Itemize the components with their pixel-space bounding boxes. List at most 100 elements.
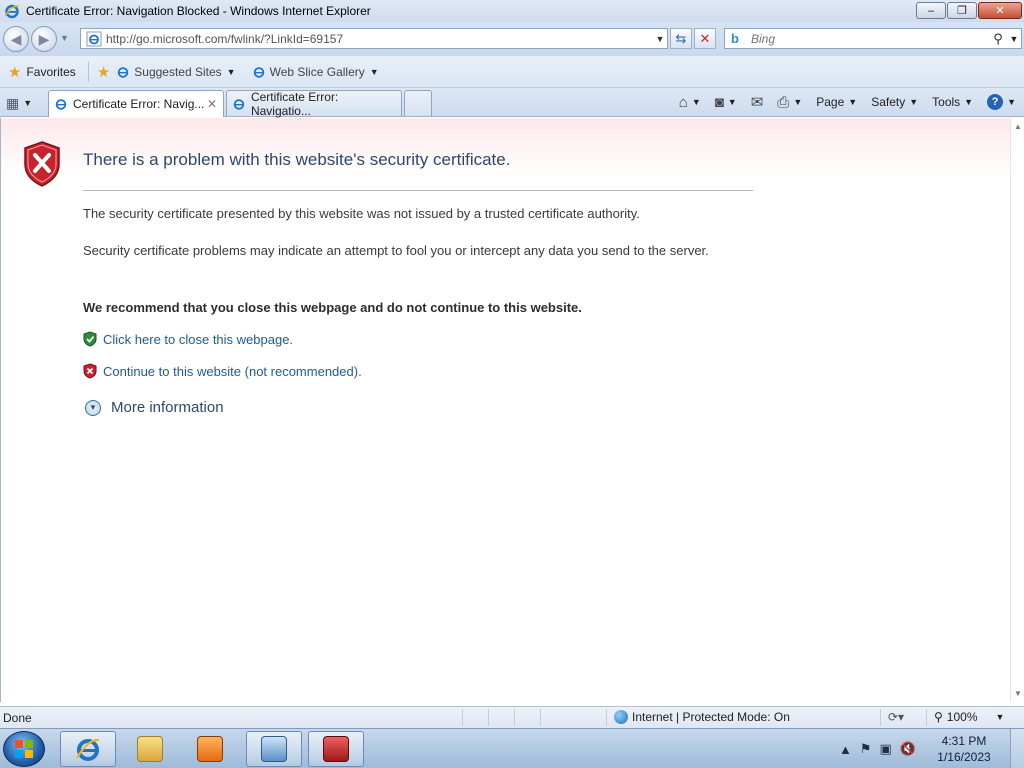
search-input[interactable] [751, 31, 989, 46]
scroll-up-icon[interactable]: ▲ [1014, 122, 1022, 131]
favorites-button[interactable]: ★ Favorites [8, 63, 76, 81]
chevron-down-icon[interactable]: ▼ [728, 97, 737, 107]
print-button[interactable]: ⎙ ▼ [777, 94, 802, 111]
chevron-down-icon[interactable]: ▼ [996, 712, 1005, 722]
tab-certificate-error-2[interactable]: Certificate Error: Navigatio... [226, 90, 402, 118]
continue-to-website-link[interactable]: Continue to this website (not recommende… [83, 363, 362, 379]
safety-menu[interactable]: Safety ▼ [871, 95, 918, 109]
feeds-button[interactable]: ◙ ▼ [715, 94, 737, 111]
green-check-shield-icon [83, 331, 97, 347]
stop-button[interactable]: ✕ [694, 28, 716, 49]
address-bar[interactable]: ▼ [80, 28, 668, 49]
clock-time: 4:31 PM [941, 734, 987, 748]
continue-link-text[interactable]: Continue to this website (not recommende… [103, 364, 362, 379]
system-tray: ▲ ⚑ ▣ 🔇 4:31 PM 1/16/2023 [831, 729, 1024, 768]
page-content: There is a problem with this website's s… [0, 118, 1010, 702]
safety-menu-label: Safety [871, 95, 906, 109]
page-ie-icon [86, 31, 102, 46]
taskbar-windows-explorer[interactable] [122, 731, 178, 767]
clock[interactable]: 4:31 PM 1/16/2023 [922, 733, 1006, 765]
forward-button[interactable]: ▶ [31, 26, 57, 52]
favorites-bar: ★ Favorites ★ Suggested Sites ▼ Web Slic… [0, 56, 1024, 88]
home-button[interactable]: ⌂ ▼ [679, 94, 701, 111]
help-menu[interactable]: ? ▼ [987, 94, 1016, 110]
network-icon[interactable]: ▣ [880, 741, 892, 757]
taskbar-toolbox-app[interactable] [308, 731, 364, 767]
taskbar: ▲ ⚑ ▣ 🔇 4:31 PM 1/16/2023 [0, 728, 1024, 768]
web-slice-gallery-link[interactable]: Web Slice Gallery ▼ [252, 65, 379, 79]
window-title: Certificate Error: Navigation Blocked - … [26, 4, 371, 18]
tab-label: Certificate Error: Navig... [73, 97, 205, 111]
recommendation-text: We recommend that you close this webpage… [83, 300, 582, 315]
quick-tabs-button[interactable]: ▦ ▼ [6, 92, 44, 114]
new-tab-button[interactable] [404, 90, 432, 116]
status-text: Done [3, 711, 32, 725]
volume-muted-icon[interactable]: 🔇 [900, 741, 916, 757]
taskbar-media-player[interactable] [182, 731, 238, 767]
favorites-star-icon: ★ [8, 63, 22, 81]
action-center-flag-icon[interactable]: ⚑ [860, 741, 872, 757]
ie-page-icon [253, 66, 264, 78]
privacy-report-icon[interactable]: ⟳▾ [888, 710, 904, 724]
command-bar: ⌂ ▼ ◙ ▼ ✉ ⎙ ▼ Page ▼ Safety ▼ Tools ▼ ? … [671, 93, 1016, 112]
ie-page-icon [55, 99, 67, 110]
search-icon[interactable]: ⚲ [989, 31, 1007, 47]
page-menu-label: Page [816, 95, 845, 109]
address-dropdown-icon[interactable]: ▼ [653, 34, 667, 44]
windows-logo-icon [15, 740, 33, 758]
read-mail-button[interactable]: ✉ [751, 93, 764, 111]
home-icon: ⌂ [678, 93, 688, 111]
suggested-sites-link[interactable]: Suggested Sites ▼ [116, 65, 236, 79]
more-information-label[interactable]: More information [111, 399, 224, 416]
chevron-down-icon: ▼ [1007, 97, 1016, 107]
chevron-down-icon: ▼ [964, 97, 974, 107]
status-separator [514, 709, 515, 726]
close-tab-icon[interactable]: ✕ [207, 97, 217, 111]
tab-list-dropdown-icon[interactable]: ▼ [23, 98, 32, 108]
address-input[interactable] [106, 31, 653, 46]
tab-certificate-error-1[interactable]: Certificate Error: Navig... ✕ [48, 90, 224, 117]
bing-icon: b [731, 30, 739, 46]
quick-tabs-icon: ▦ [6, 94, 20, 111]
status-separator [462, 709, 463, 726]
back-button[interactable]: ◀ [3, 26, 29, 52]
security-zone-text: Internet | Protected Mode: On [632, 710, 790, 724]
title-bar: Certificate Error: Navigation Blocked - … [0, 0, 1024, 22]
chevron-down-icon[interactable]: ▼ [692, 97, 701, 107]
chevron-down-icon: ▼ [369, 66, 379, 77]
recent-pages-dropdown[interactable]: ▼ [60, 33, 69, 43]
close-webpage-link[interactable]: Click here to close this webpage. [83, 331, 293, 347]
refresh-icon: ⇆ [675, 30, 687, 46]
zoom-level[interactable]: ⚲ 100% ▼ [934, 710, 1004, 724]
taskbar-internet-explorer[interactable] [60, 731, 116, 767]
explanation-text: The security certificate presented by th… [83, 206, 640, 221]
refresh-button[interactable]: ⇆ [670, 28, 692, 49]
chevron-down-icon: ▼ [909, 97, 919, 107]
expand-chevron-icon[interactable]: ▼ [85, 399, 101, 416]
maximize-button[interactable]: ❐ [947, 2, 977, 19]
internet-globe-icon [614, 710, 628, 724]
tools-menu[interactable]: Tools ▼ [932, 95, 973, 109]
search-options-dropdown-icon[interactable]: ▼ [1007, 34, 1021, 44]
vertical-scrollbar[interactable]: ▲ ▼ [1010, 118, 1024, 702]
taskbar-server-manager[interactable] [246, 731, 302, 767]
show-hidden-icons-icon[interactable]: ▲ [839, 742, 852, 757]
close-webpage-link-text[interactable]: Click here to close this webpage. [103, 332, 293, 347]
status-bar: Done Internet | Protected Mode: On ⟳▾ ⚲ … [0, 706, 1024, 728]
ie-logo-icon [76, 738, 100, 761]
status-separator [606, 709, 607, 726]
more-information-toggle[interactable]: ▼ More information [85, 399, 224, 416]
server-manager-icon [261, 736, 287, 762]
back-arrow-icon: ◀ [10, 30, 22, 47]
close-window-button[interactable]: ✕ [978, 2, 1022, 19]
start-button[interactable] [3, 731, 45, 767]
add-to-favorites-bar-icon[interactable]: ★ [97, 63, 110, 81]
page-menu[interactable]: Page ▼ [816, 95, 857, 109]
search-box[interactable]: b ⚲ ▼ [724, 28, 1022, 49]
show-desktop-button[interactable] [1010, 729, 1024, 768]
minimize-button[interactable]: – [916, 2, 946, 19]
chevron-down-icon[interactable]: ▼ [793, 97, 802, 107]
tools-menu-label: Tools [932, 95, 961, 109]
security-zone[interactable]: Internet | Protected Mode: On [614, 710, 790, 724]
scroll-down-icon[interactable]: ▼ [1014, 689, 1022, 698]
